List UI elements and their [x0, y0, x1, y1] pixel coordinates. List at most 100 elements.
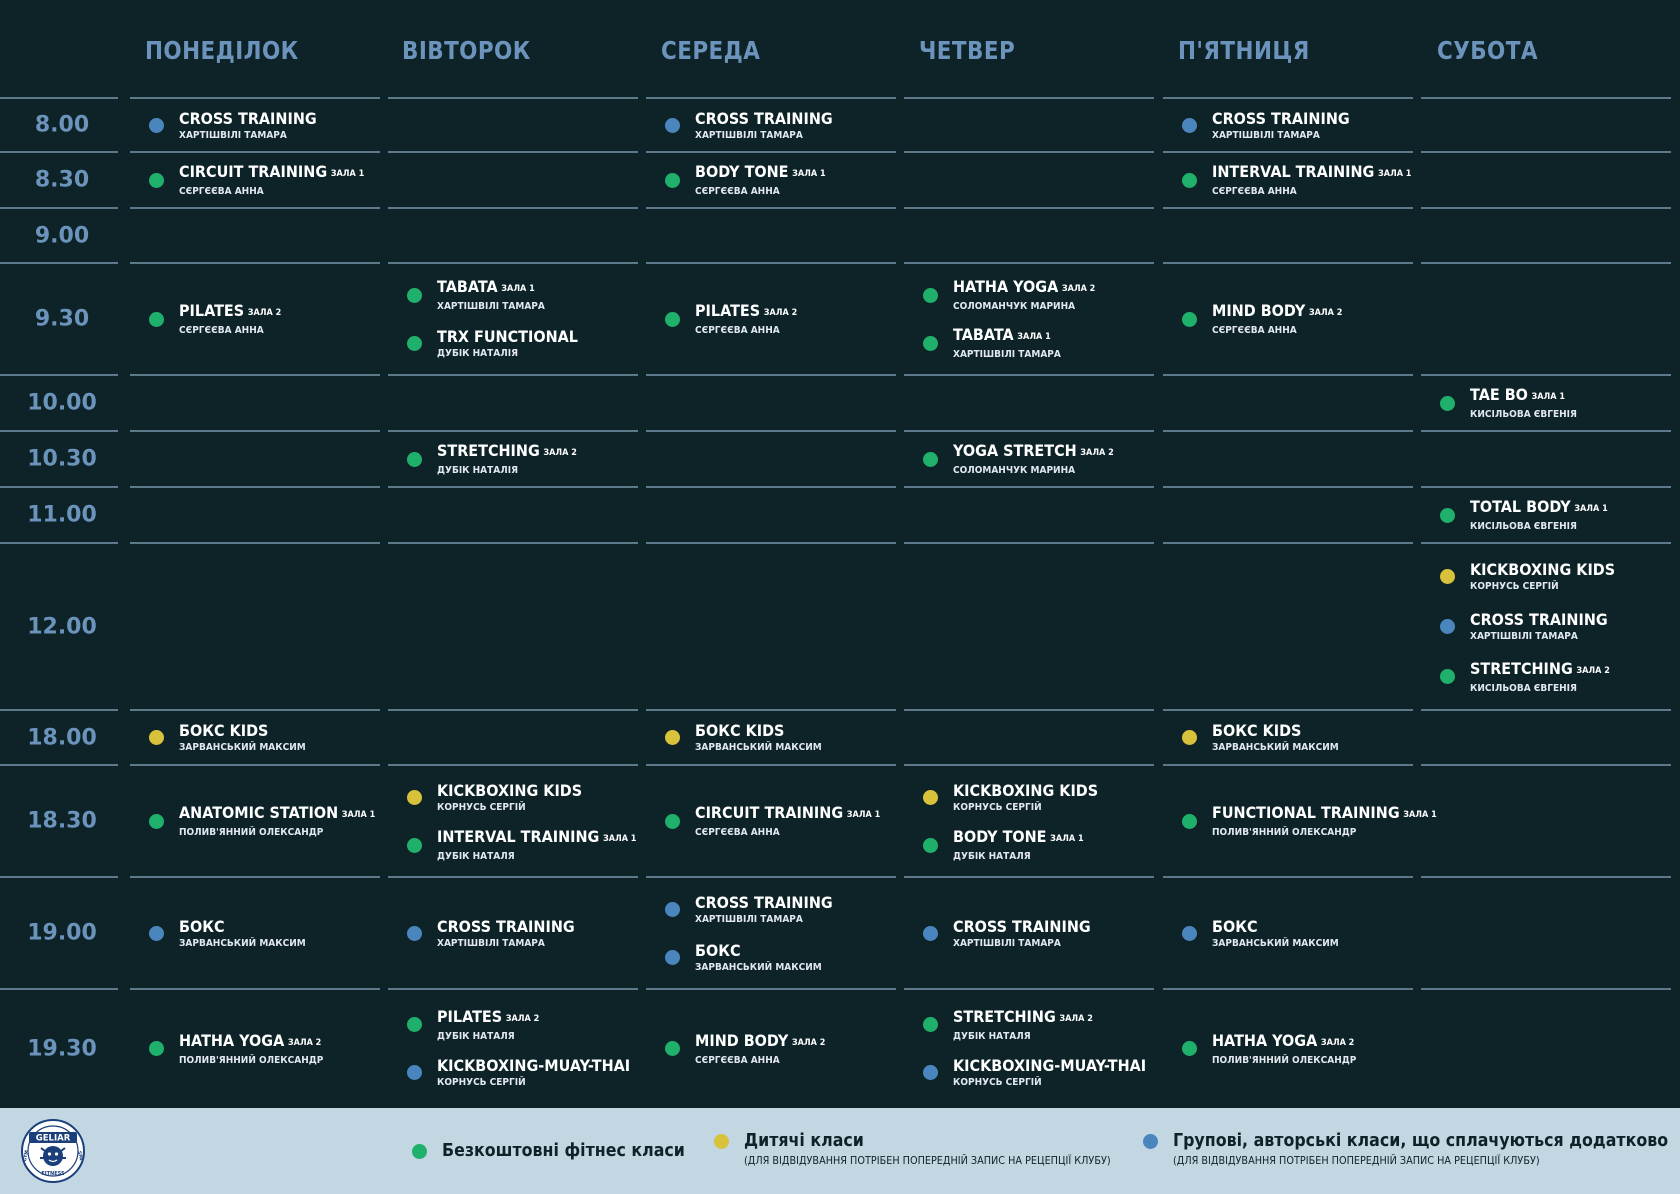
class-coach: ХАРТІШВІЛІ ТАМАРА: [437, 937, 545, 949]
class-coach: ХАРТІШВІЛІ ТАМАРА: [695, 129, 803, 141]
class-title: STRETCHING: [1470, 658, 1573, 678]
class-entry[interactable]: CROSS TRAINING ХАРТІШВІЛІ ТАМАРА: [1440, 609, 1623, 645]
class-entry[interactable]: BODY TONE ЗАЛА 1 ДУБІК НАТАЛЯ: [923, 827, 1098, 863]
class-text: CROSS TRAINING ХАРТІШВІЛІ ТАМАРА: [953, 917, 1091, 950]
class-text: MIND BODY ЗАЛА 2 СЄРГЄЄВА АННА: [695, 1031, 825, 1067]
class-entry[interactable]: KICKBOXING-MUAY-THAI КОРНУСЬ СЕРГІЙ: [923, 1055, 1168, 1091]
class-entry[interactable]: БОКС KIDS ЗАРВАНСЬКИЙ МАКСИМ: [1182, 720, 1353, 756]
class-entry[interactable]: MIND BODY ЗАЛА 2 СЄРГЄЄВА АННА: [1182, 301, 1357, 337]
cell-divider: [388, 97, 638, 99]
category-dot-yellow: [665, 730, 680, 745]
class-entry[interactable]: CROSS TRAINING ХАРТІШВІЛІ ТАМАРА: [1182, 107, 1365, 143]
class-title: БОКС KIDS: [179, 721, 269, 740]
class-title-line: MIND BODY ЗАЛА 2: [1212, 301, 1342, 323]
day-header: СЕРЕДА: [661, 36, 761, 65]
class-text: БОКС ЗАРВАНСЬКИЙ МАКСИМ: [179, 917, 306, 950]
class-entry[interactable]: БОКС KIDS ЗАРВАНСЬКИЙ МАКСИМ: [149, 720, 320, 756]
class-entry[interactable]: CROSS TRAINING ХАРТІШВІЛІ ТАМАРА: [665, 107, 848, 143]
class-entry[interactable]: KICKBOXING KIDS КОРНУСЬ СЕРГІЙ: [1440, 559, 1631, 595]
class-entry[interactable]: STRETCHING ЗАЛА 2 ДУБІК НАТАЛІЯ: [407, 441, 592, 477]
class-entry[interactable]: TOTAL BODY ЗАЛА 1 КИСІЛЬОВА ЄВГЕНІЯ: [1440, 497, 1623, 533]
time-label: 9.30: [34, 306, 90, 332]
cell-divider: [646, 207, 896, 209]
cell-divider: [130, 374, 380, 376]
cell-divider: [388, 709, 638, 711]
category-dot-green: [407, 1017, 422, 1032]
class-entry[interactable]: YOGA STRETCH ЗАЛА 2 СОЛОМАНЧУК МАРИНА: [923, 441, 1132, 477]
class-title: PILATES: [695, 301, 761, 320]
class-hall: ЗАЛА 1: [1531, 392, 1566, 402]
class-title-line: БОКС KIDS: [1212, 721, 1339, 740]
class-entry[interactable]: TRX FUNCTIONAL ДУБІК НАТАЛІЯ: [407, 325, 594, 361]
day-header: ПОНЕДІЛОК: [145, 36, 299, 65]
class-entry[interactable]: БОКС ЗАРВАНСЬКИЙ МАКСИМ: [1182, 915, 1353, 951]
class-entry[interactable]: FUNCTIONAL TRAINING ЗАЛА 1 ПОЛИВ'ЯННИЙ ОЛЕ…: [1182, 803, 1462, 839]
class-entry[interactable]: INTERVAL TRAINING ЗАЛА 1 СЄРГЄЄВА АННА: [1182, 162, 1434, 198]
class-entry[interactable]: HATHA YOGA ЗАЛА 2 ПОЛИВ'ЯННИЙ ОЛЕКСАНДР: [149, 1031, 339, 1067]
class-title: PILATES: [179, 301, 245, 320]
category-dot-green: [1440, 669, 1455, 684]
category-dot-green: [149, 1041, 164, 1056]
cell-divider: [388, 486, 638, 488]
cell-divider: [1421, 374, 1671, 376]
class-title: TAE BO: [1470, 385, 1528, 404]
class-title-line: CIRCUIT TRAINING ЗАЛА 1: [695, 803, 880, 825]
class-entry[interactable]: TAE BO ЗАЛА 1 КИСІЛЬОВА ЄВГЕНІЯ: [1440, 385, 1589, 421]
class-entry[interactable]: БОКС KIDS ЗАРВАНСЬКИЙ МАКСИМ: [665, 720, 836, 756]
cell-divider: [904, 374, 1154, 376]
class-entry[interactable]: PILATES ЗАЛА 2 СЄРГЄЄВА АННА: [665, 301, 809, 337]
class-entry[interactable]: CROSS TRAINING ХАРТІШВІЛІ ТАМАРА: [923, 915, 1106, 951]
class-entry[interactable]: KICKBOXING-MUAY-THAI КОРНУСЬ СЕРГІЙ: [407, 1055, 652, 1091]
class-entry[interactable]: CROSS TRAINING ХАРТІШВІЛІ ТАМАРА: [665, 891, 848, 927]
class-hall: ЗАЛА 2: [763, 308, 798, 318]
class-entry[interactable]: INTERVAL TRAINING ЗАЛА 1 ДУБІК НАТАЛЯ: [407, 827, 659, 863]
class-entry[interactable]: CIRCUIT TRAINING ЗАЛА 1 СЄРГЄЄВА АННА: [665, 803, 901, 839]
category-dot-green: [407, 451, 422, 467]
cell-divider: [130, 764, 380, 766]
class-title-line: БОКС: [695, 941, 822, 960]
class-title: MIND BODY: [1212, 301, 1306, 320]
class-entry[interactable]: STRETCHING ЗАЛА 2 КИСІЛЬОВА ЄВГЕНІЯ: [1440, 659, 1625, 695]
class-title-line: БОКС: [179, 917, 306, 936]
class-entry[interactable]: PILATES ЗАЛА 2 СЄРГЄЄВА АННА: [149, 301, 293, 337]
time-divider: [0, 988, 118, 990]
class-entry[interactable]: HATHA YOGA ЗАЛА 2 ПОЛИВ'ЯННИЙ ОЛЕКСАНДР: [1182, 1031, 1372, 1067]
class-title-line: INTERVAL TRAINING ЗАЛА 1: [437, 827, 636, 849]
class-coach: ЗАРВАНСЬКИЙ МАКСИМ: [1212, 937, 1339, 949]
time-label: 10.30: [27, 446, 97, 472]
class-entry[interactable]: CROSS TRAINING ХАРТІШВІЛІ ТАМАРА: [149, 107, 332, 143]
category-dot-green: [923, 335, 938, 351]
cell-divider: [646, 430, 896, 432]
class-title-line: CIRCUIT TRAINING ЗАЛА 1: [179, 162, 364, 184]
cell-divider: [1163, 151, 1413, 153]
class-entry[interactable]: HATHA YOGA ЗАЛА 2 СОЛОМАНЧУК МАРИНА: [923, 277, 1111, 313]
class-entry[interactable]: TABATA ЗАЛА 1 ХАРТІШВІЛІ ТАМАРА: [407, 277, 557, 313]
class-title-line: TOTAL BODY ЗАЛА 1: [1470, 497, 1608, 519]
class-entry[interactable]: PILATES ЗАЛА 2 ДУБІК НАТАЛЯ: [407, 1007, 551, 1043]
class-text: HATHA YOGA ЗАЛА 2 ПОЛИВ'ЯННИЙ ОЛЕКСАНДР: [179, 1031, 323, 1067]
class-entry[interactable]: БОКС ЗАРВАНСЬКИЙ МАКСИМ: [665, 939, 836, 975]
class-entry[interactable]: TABATA ЗАЛА 1 ХАРТІШВІЛІ ТАМАРА: [923, 325, 1073, 361]
class-entry[interactable]: STRETCHING ЗАЛА 2 ДУБІК НАТАЛЯ: [923, 1007, 1108, 1043]
cell-divider: [1421, 430, 1671, 432]
cell-divider: [646, 374, 896, 376]
category-dot-green: [1182, 311, 1197, 327]
class-entry[interactable]: CROSS TRAINING ХАРТІШВІЛІ ТАМАРА: [407, 915, 590, 951]
class-entry[interactable]: KICKBOXING KIDS КОРНУСЬ СЕРГІЙ: [407, 779, 598, 815]
class-coach: СЄРГЄЄВА АННА: [179, 186, 264, 197]
cell-divider: [1163, 486, 1413, 488]
class-entry[interactable]: CIRCUIT TRAINING ЗАЛА 1 СЄРГЄЄВА АННА: [149, 162, 385, 198]
class-title: STRETCHING: [953, 1006, 1056, 1026]
class-title-line: TAE BO ЗАЛА 1: [1470, 385, 1577, 407]
class-coach: ХАРТІШВІЛІ ТАМАРА: [179, 129, 287, 141]
class-entry[interactable]: ANATOMIC STATION ЗАЛА 1 ПОЛИВ'ЯННИЙ ОЛЕКСА…: [149, 803, 397, 839]
time-label: 11.00: [27, 502, 97, 528]
class-title-line: TRX FUNCTIONAL: [437, 327, 578, 346]
class-title-line: YOGA STRETCH ЗАЛА 2: [953, 441, 1114, 463]
class-entry[interactable]: BODY TONE ЗАЛА 1 СЄРГЄЄВА АННА: [665, 162, 840, 198]
class-entry[interactable]: MIND BODY ЗАЛА 2 СЄРГЄЄВА АННА: [665, 1031, 840, 1067]
class-entry[interactable]: БОКС ЗАРВАНСЬКИЙ МАКСИМ: [149, 915, 320, 951]
class-entry[interactable]: KICKBOXING KIDS КОРНУСЬ СЕРГІЙ: [923, 779, 1114, 815]
cell-divider: [130, 97, 380, 99]
class-hall: ЗАЛА 1: [341, 810, 376, 820]
